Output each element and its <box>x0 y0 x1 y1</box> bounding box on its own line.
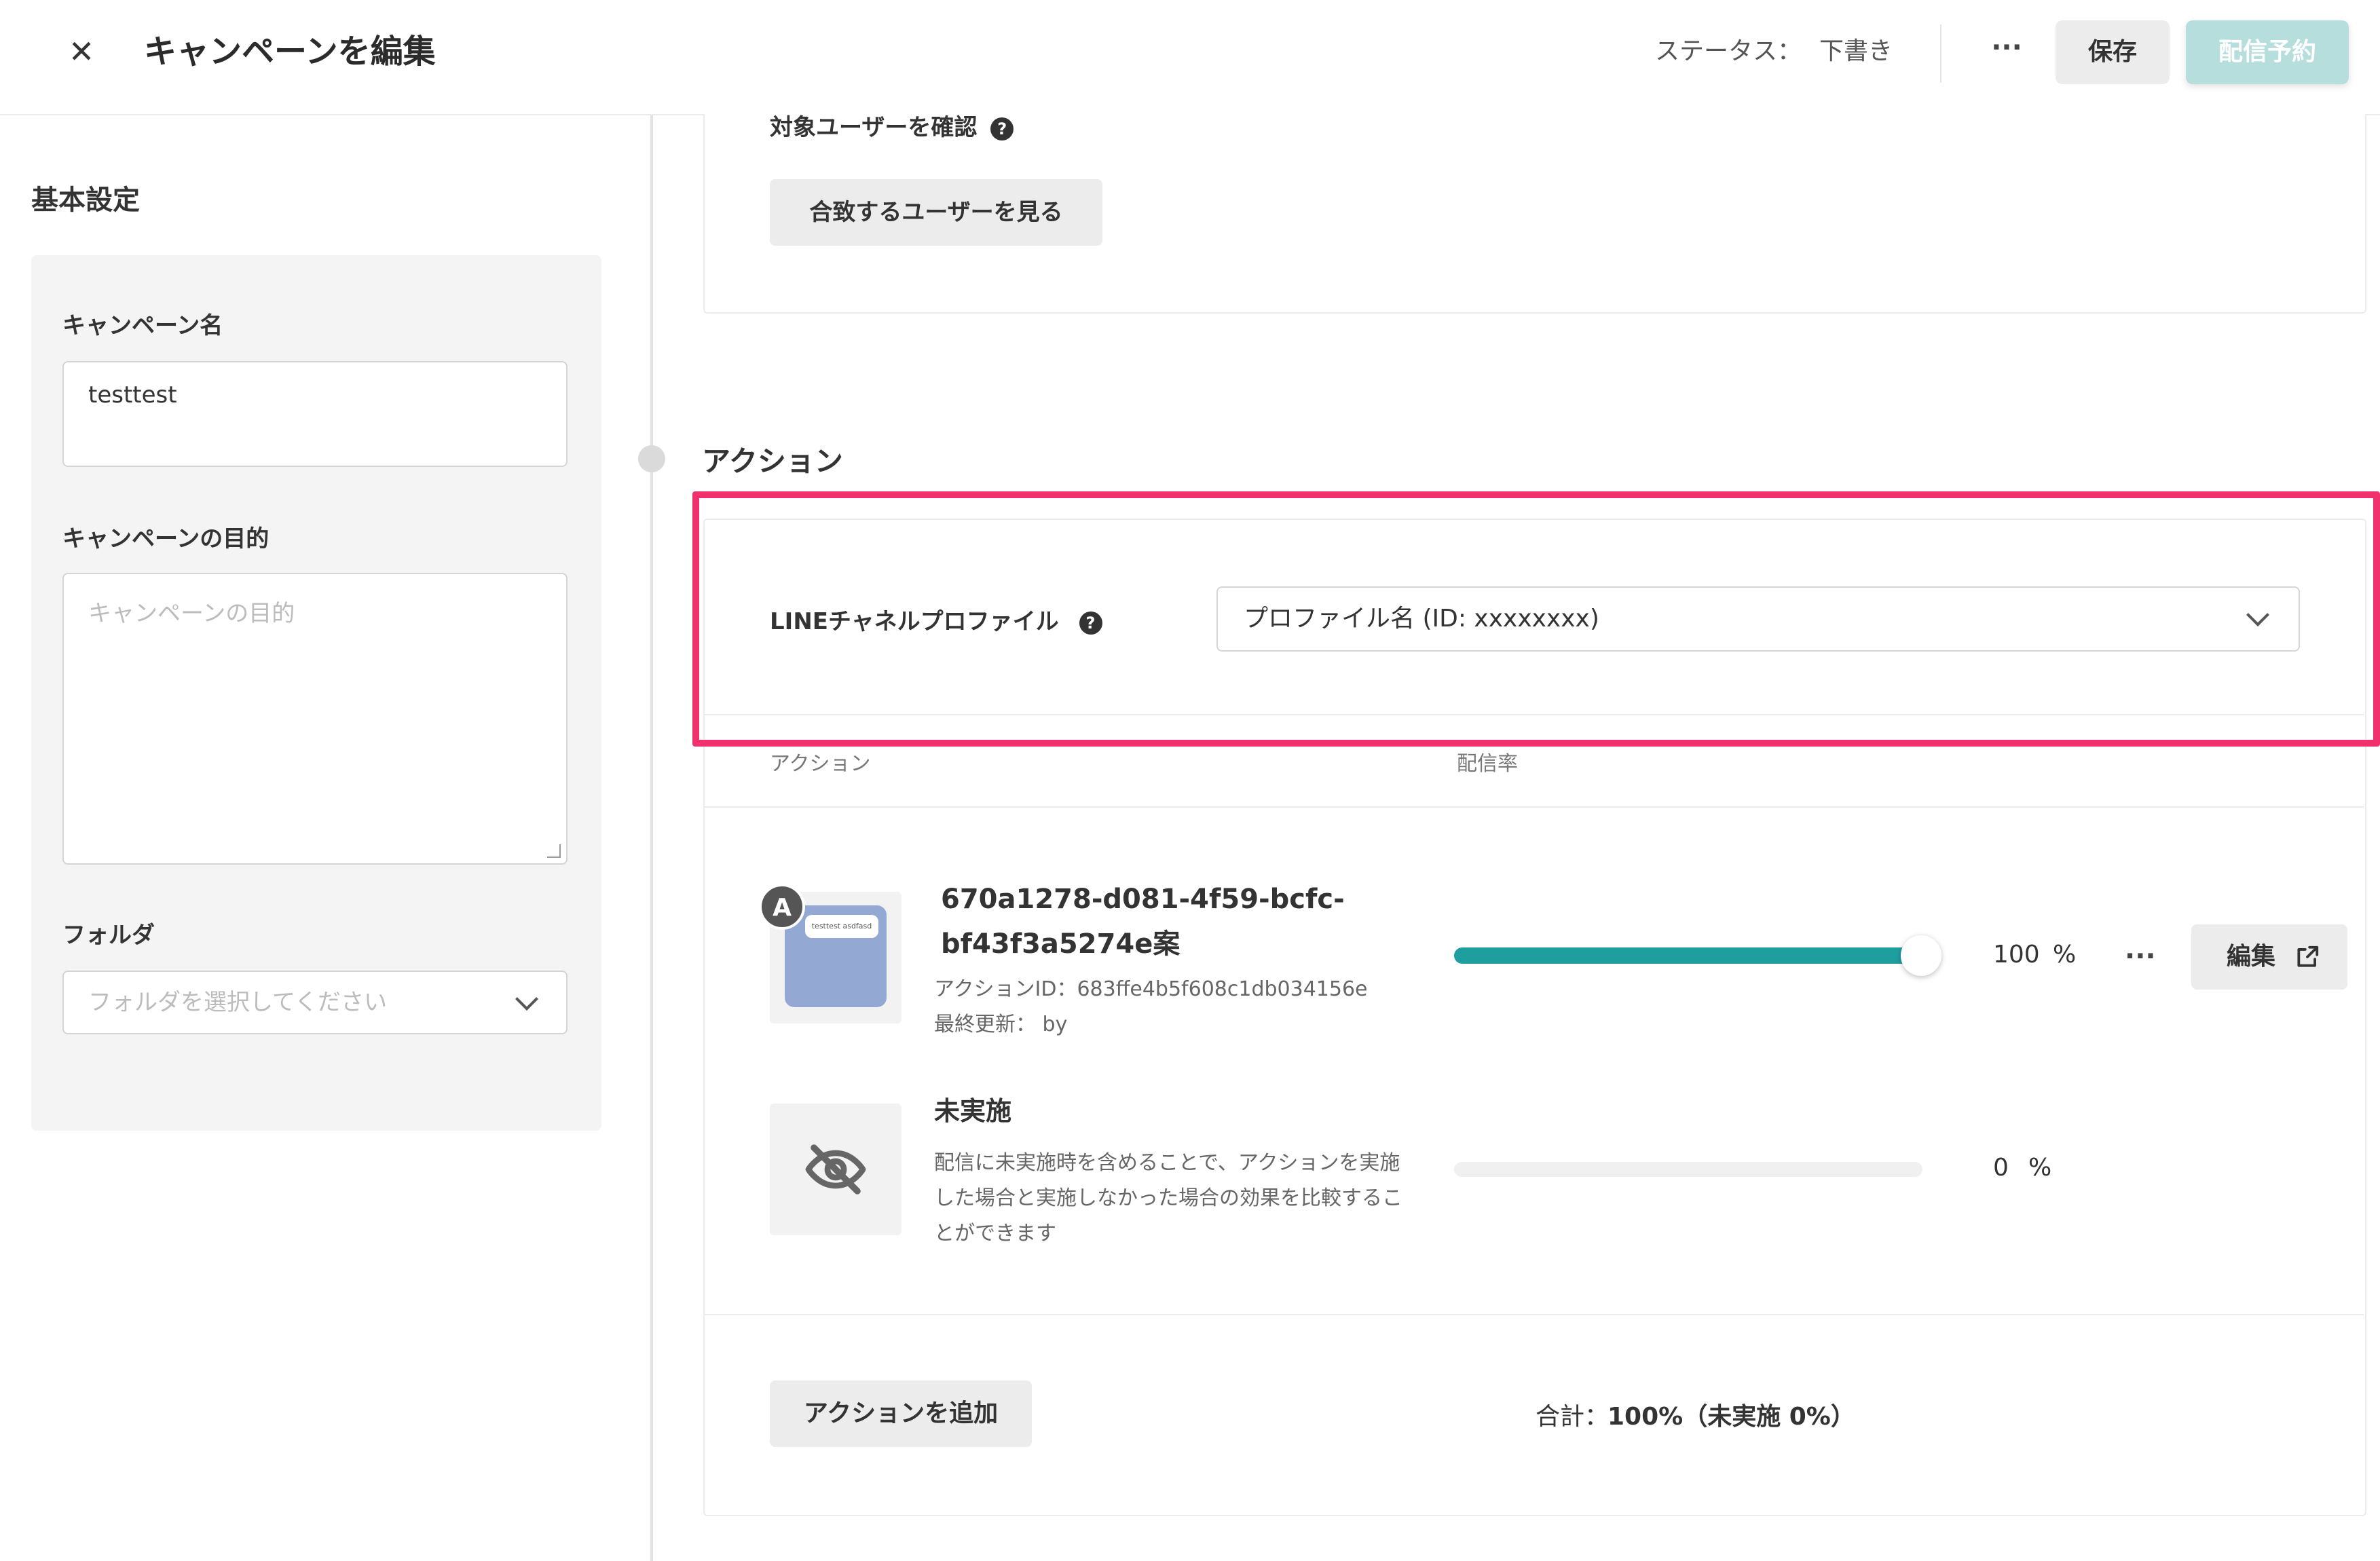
folder-select[interactable]: フォルダを選択してください <box>62 971 568 1034</box>
no-action-title: 未実施 <box>934 1096 1012 1126</box>
resize-handle-icon[interactable] <box>547 844 561 858</box>
no-action-thumbnail <box>770 1104 901 1235</box>
folder-placeholder: フォルダを選択してください <box>88 989 387 1016</box>
campaign-purpose-label: キャンペーンの目的 <box>62 525 269 552</box>
help-icon[interactable]: ? <box>990 117 1014 140</box>
add-action-button[interactable]: アクションを追加 <box>770 1380 1032 1447</box>
campaign-name-label: キャンペーン名 <box>62 312 223 339</box>
close-icon[interactable]: ✕ <box>62 30 100 73</box>
total-label: 合計： <box>1536 1403 1610 1431</box>
delivery-rate-slider-handle[interactable] <box>1901 935 1941 976</box>
external-link-icon <box>2297 945 2319 967</box>
more-icon[interactable]: ··· <box>2125 941 2156 972</box>
page-title: キャンペーンを編集 <box>144 33 436 71</box>
campaign-name-input[interactable]: testtest <box>62 361 568 467</box>
highlight-box <box>692 491 2380 747</box>
basic-settings-heading: 基本設定 <box>31 185 140 216</box>
eye-off-icon <box>805 1144 866 1195</box>
no-action-rate-value: 0 <box>1993 1154 2009 1182</box>
divider <box>703 806 2364 808</box>
timeline-line <box>650 115 653 1561</box>
schedule-delivery-button[interactable]: 配信予約 <box>2186 20 2349 84</box>
variant-badge: A <box>759 884 805 930</box>
folder-label: フォルダ <box>62 922 155 949</box>
more-icon[interactable]: ··· <box>1979 27 2034 76</box>
no-action-rate-track <box>1454 1162 1922 1177</box>
purpose-placeholder: キャンペーンの目的 <box>88 600 295 627</box>
delivery-rate-value: 100 <box>1993 941 2040 968</box>
header-divider <box>1940 24 1941 83</box>
divider <box>703 1314 2364 1315</box>
message-preview-bubble: testtest asdfasd <box>805 915 878 938</box>
variant-title: 670a1278-d081-4f59-bcfc-bf43f3a5274e案 <box>941 884 1345 960</box>
campaign-purpose-textarea[interactable]: キャンペーンの目的 <box>62 573 568 865</box>
timeline-dot <box>638 445 665 472</box>
no-action-description: 配信に未実施時を含めることで、アクションを実施した場合と実施しなかった場合の効果… <box>934 1151 1402 1245</box>
target-users-heading: 対象ユーザーを確認 ? <box>770 109 1014 142</box>
status-label: ステータス： <box>1655 37 1802 65</box>
edit-button-label: 編集 <box>2227 943 2276 971</box>
chevron-down-icon <box>515 988 538 1011</box>
target-users-heading-text: 対象ユーザーを確認 <box>770 114 978 141</box>
total-value: 100%（未実施 0%） <box>1607 1403 1855 1431</box>
variant-action-id: アクションID：683ffe4b5f608c1db034156e <box>934 977 1368 1001</box>
action-section-title: アクション <box>702 445 843 478</box>
variant-meta: アクションID：683ffe4b5f608c1db034156e 最終更新： b… <box>934 972 1368 1042</box>
percent-sign: % <box>2053 941 2077 968</box>
matching-users-button[interactable]: 合致するユーザーを見る <box>770 179 1102 246</box>
delivery-rate-slider-track[interactable] <box>1454 947 1922 964</box>
column-header-rate: 配信率 <box>1457 752 1518 776</box>
status-value: 下書き <box>1819 37 1893 65</box>
column-header-action: アクション <box>770 752 871 776</box>
edit-button[interactable]: 編集 <box>2191 924 2347 990</box>
variant-last-updated: 最終更新： by <box>934 1013 1068 1036</box>
percent-sign: % <box>2028 1154 2052 1182</box>
save-button[interactable]: 保存 <box>2056 20 2170 84</box>
